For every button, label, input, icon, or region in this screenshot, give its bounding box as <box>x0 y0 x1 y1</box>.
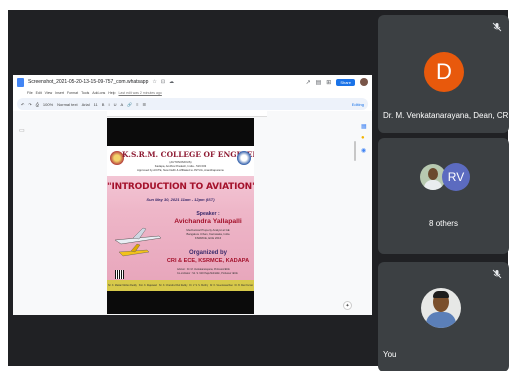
event-date: Sun May 30, 2021 11am - 12pm (IST) <box>146 197 215 202</box>
footer-person: Dr. B. Ravi Kumar <box>234 284 254 287</box>
footer-person: Sri. K. Chandra Obul Reddy <box>158 284 188 287</box>
poster-header: K.S.R.M. COLLEGE OF ENGINEERING (AUTONOM… <box>107 146 254 176</box>
poster-footer: Sri. K. Madan Mohan Reddy Smt. K. Rajesw… <box>107 280 254 291</box>
link-icon[interactable]: 🔗 <box>127 102 132 107</box>
participant-avatar: D <box>424 52 464 92</box>
footer-person: Sri. K. Madan Mohan Reddy <box>107 284 137 287</box>
menu-file[interactable]: File <box>27 91 33 95</box>
last-edit-note[interactable]: Last edit was 2 minutes ago <box>118 91 161 95</box>
cloud-icon: ☁ <box>169 79 175 85</box>
menu-tools[interactable]: Tools <box>81 91 89 95</box>
meet-present-icon[interactable]: ⊞ <box>326 79 331 86</box>
move-icon[interactable]: ⊡ <box>161 79 165 85</box>
docs-toolbar: ↶ ↷ ⎙ 100% Normal text Arial 11 B I U A … <box>17 98 368 110</box>
explore-icon[interactable]: ✦ <box>343 301 352 310</box>
coordinator-line: Co-ordinator : Sri. S. Md Khaja Mohiddin… <box>177 272 238 275</box>
menu-insert[interactable]: Insert <box>55 91 64 95</box>
underline-button[interactable]: U <box>114 102 117 107</box>
participant-tile-others[interactable]: RV 8 others <box>378 138 509 254</box>
event-title: "INTRODUCTION TO AVIATION" <box>107 182 254 192</box>
footer-person: Smt. K. Rajeswari <box>138 284 157 287</box>
college-name: K.S.R.M. COLLEGE OF ENGINEERING <box>122 150 254 159</box>
keep-icon[interactable]: ● <box>361 135 365 141</box>
docs-header-actions: ↗ ▤ ⊞ Share <box>306 78 368 86</box>
menu-format[interactable]: Format <box>67 91 78 95</box>
advisor-line: Advisor : Dr. M. Venkatanarayana, Profes… <box>177 268 230 271</box>
align-icon[interactable]: ≡ <box>136 102 138 107</box>
menu-view[interactable]: View <box>45 91 53 95</box>
participant-tile-host[interactable]: D Dr. M. Venkatanarayana, Dean, CR... <box>378 15 509 133</box>
undo-icon[interactable]: ↶ <box>21 102 24 107</box>
event-poster: K.S.R.M. COLLEGE OF ENGINEERING (AUTONOM… <box>107 146 254 291</box>
star-icon[interactable]: ☆ <box>152 79 156 85</box>
college-affiliation: Approved by AICTE, New Delhi & Affiliate… <box>136 168 224 172</box>
italic-button[interactable]: I <box>108 102 109 107</box>
docs-logo-icon <box>17 77 24 87</box>
menu-edit[interactable]: Edit <box>36 91 42 95</box>
text-color-button[interactable]: A <box>120 102 123 107</box>
speaker-label: Speaker : <box>196 211 220 217</box>
account-avatar[interactable] <box>360 78 368 86</box>
qr-code <box>115 270 124 279</box>
document-title[interactable]: Screenshot_2021-05-20-13-15-09-757_com.w… <box>28 79 148 85</box>
participant-name: Dr. M. Venkatanarayana, Dean, CR... <box>383 111 509 120</box>
participant-tile-self[interactable]: You <box>378 262 509 371</box>
mic-off-icon <box>491 22 502 33</box>
redo-icon[interactable]: ↷ <box>28 102 31 107</box>
participant-avatar-rv: RV <box>442 163 470 191</box>
footer-person: Dr. V. S. S. Murthy <box>189 284 209 287</box>
ruler <box>107 111 267 117</box>
mic-off-icon <box>491 269 502 280</box>
bold-button[interactable]: B <box>102 102 105 107</box>
speaker-name: Avichandra Yallapalli <box>174 218 242 225</box>
print-icon[interactable]: ⎙ <box>36 102 39 107</box>
comments-icon[interactable]: ▤ <box>316 79 322 86</box>
font-size-select[interactable]: 11 <box>94 102 98 107</box>
others-count: 8 others <box>429 219 458 228</box>
self-avatar <box>421 288 461 328</box>
zoom-select[interactable]: 100% <box>43 102 53 107</box>
organized-label: Organized by <box>188 250 227 256</box>
font-select[interactable]: Arial <box>82 102 90 107</box>
footer-person: Dr. K. Sreenivasa Rao <box>210 284 233 287</box>
menu-addons[interactable]: Add-ons <box>92 91 105 95</box>
self-name: You <box>383 350 397 359</box>
speaker-info-3: KSRMCE, ECE 2016 <box>194 236 222 240</box>
organizer-name: CRI & ECE, KSRMCE, KADAPA <box>166 258 250 264</box>
docs-titlebar: Screenshot_2021-05-20-13-15-09-757_com.w… <box>13 75 372 89</box>
accreditation-logo-icon <box>237 151 251 165</box>
style-select[interactable]: Normal text <box>57 102 77 107</box>
share-button[interactable]: Share <box>336 78 355 86</box>
vertical-scrollbar[interactable] <box>354 141 356 161</box>
editing-mode-select[interactable]: Editing <box>352 102 364 107</box>
outline-icon[interactable]: ▭ <box>19 127 25 134</box>
airplane-icon <box>114 227 162 257</box>
calendar-icon[interactable]: ▦ <box>361 123 367 130</box>
menu-help[interactable]: Help <box>108 91 115 95</box>
activity-icon[interactable]: ↗ <box>306 79 311 86</box>
docs-menubar: File Edit View Insert Format Tools Add-o… <box>13 89 372 97</box>
tasks-icon[interactable]: ◉ <box>361 147 366 154</box>
list-icon[interactable]: ☰ <box>142 102 146 107</box>
